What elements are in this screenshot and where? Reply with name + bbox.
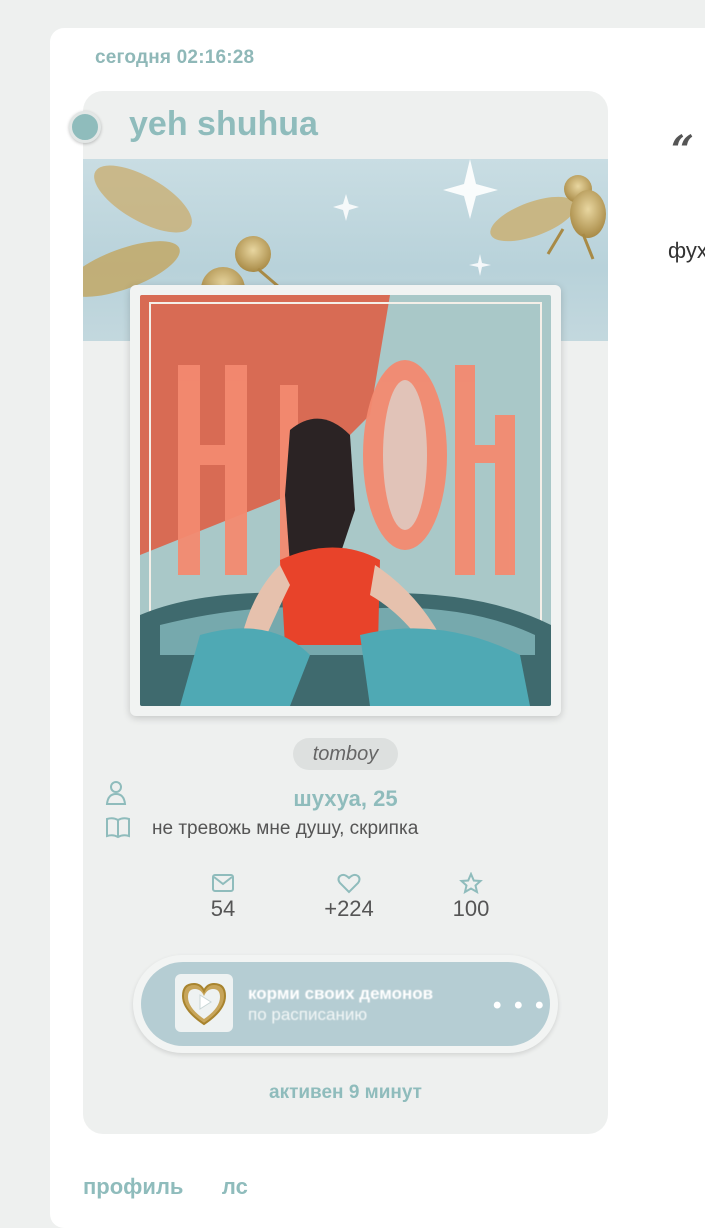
message-text: фух bbox=[668, 238, 705, 263]
post-timestamp: сегодня 02:16:28 bbox=[95, 47, 255, 68]
profile-links: профиль лс bbox=[83, 1174, 282, 1200]
tag-badge: tomboy bbox=[293, 738, 398, 770]
music-player: корми своих демонов по расписанию • • • bbox=[133, 955, 558, 1053]
track-title: корми своих демонов bbox=[248, 984, 434, 1003]
music-player-body: корми своих демонов по расписанию • • • bbox=[141, 962, 550, 1046]
track-subtitle: по расписанию bbox=[248, 1005, 368, 1024]
stars-stat: 100 bbox=[426, 872, 516, 922]
quote-mark-icon: “ bbox=[671, 127, 695, 174]
messages-count: 54 bbox=[210, 896, 236, 921]
last-active-status: активен 9 минут bbox=[269, 1082, 422, 1103]
avatar-frame bbox=[130, 285, 561, 716]
likes-count: +224 bbox=[324, 896, 374, 921]
dm-link[interactable]: лс bbox=[222, 1174, 248, 1199]
display-name: шухуа, 25 bbox=[293, 786, 398, 811]
star-icon bbox=[459, 872, 483, 894]
profile-link[interactable]: профиль bbox=[83, 1174, 183, 1199]
more-options-button[interactable]: • • • bbox=[493, 992, 547, 1020]
avatar-image bbox=[140, 295, 551, 706]
online-status-dot bbox=[69, 111, 101, 143]
play-button[interactable] bbox=[175, 974, 233, 1032]
heart-icon bbox=[337, 873, 361, 894]
username[interactable]: yeh shuhua bbox=[129, 105, 318, 144]
messages-stat: 54 bbox=[178, 872, 268, 922]
book-icon bbox=[106, 817, 130, 839]
likes-stat: +224 bbox=[304, 872, 394, 922]
mail-icon bbox=[212, 874, 234, 892]
stars-count: 100 bbox=[452, 896, 490, 921]
bio-text: не тревожь мне душу, скрипка bbox=[152, 818, 419, 839]
